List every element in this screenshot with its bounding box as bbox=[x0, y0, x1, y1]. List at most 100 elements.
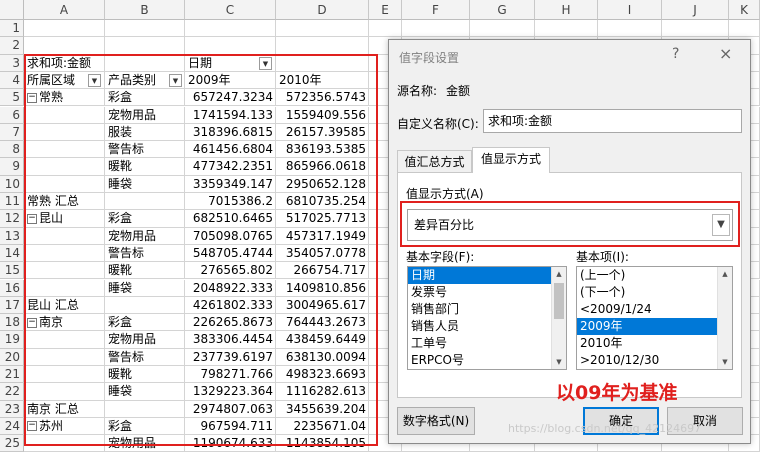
value-2009[interactable]: 276565.802 bbox=[185, 262, 276, 279]
base-item-item[interactable]: 2009年 bbox=[577, 318, 717, 335]
collapse-icon[interactable]: − bbox=[27, 213, 37, 224]
grid-cell[interactable] bbox=[276, 37, 369, 55]
row-header[interactable]: 24 bbox=[0, 417, 24, 436]
value-2010[interactable]: 836193.5385 bbox=[276, 141, 369, 158]
column-header[interactable]: D bbox=[276, 0, 369, 20]
grid-cell[interactable] bbox=[535, 20, 598, 38]
value-2009[interactable]: 657247.3234 bbox=[185, 89, 276, 106]
value-2010[interactable]: 865966.0618 bbox=[276, 158, 369, 175]
category-filter-button[interactable]: ▼ bbox=[169, 73, 182, 87]
column-filter-button[interactable]: ▼ bbox=[259, 56, 272, 70]
base-item-item[interactable]: <2009/1/24 bbox=[577, 301, 717, 318]
row-header[interactable]: 8 bbox=[0, 141, 24, 159]
grid-cell[interactable] bbox=[24, 383, 105, 401]
grid-cell[interactable] bbox=[105, 20, 185, 38]
value-2009[interactable]: 477342.2351 bbox=[185, 158, 276, 175]
base-field-scrollbar[interactable]: ▲ ▼ bbox=[551, 267, 566, 369]
column-header[interactable]: H bbox=[535, 0, 598, 20]
column-header[interactable]: G bbox=[470, 0, 535, 20]
row-header[interactable]: 16 bbox=[0, 279, 24, 297]
value-2009[interactable]: 705098.0765 bbox=[185, 228, 276, 245]
grid-cell[interactable] bbox=[24, 279, 105, 297]
grid-cell[interactable] bbox=[598, 20, 662, 38]
base-item-listbox[interactable]: (上一个) (下一个) <2009/1/24 2009年 2010年 >2010/12/3… bbox=[576, 266, 733, 370]
grid-cell[interactable] bbox=[470, 20, 535, 38]
category-label[interactable]: 睡袋 bbox=[105, 280, 185, 297]
column-header[interactable]: I bbox=[598, 0, 662, 20]
column-header[interactable]: A bbox=[24, 0, 105, 20]
base-item-item[interactable]: 2010年 bbox=[577, 335, 717, 352]
value-2010[interactable]: 354057.0778 bbox=[276, 245, 369, 262]
base-field-item[interactable]: 日期 bbox=[408, 267, 551, 284]
pivot-year-header[interactable]: 2010年 bbox=[276, 72, 369, 89]
value-2009[interactable]: 682510.6465 bbox=[185, 210, 276, 227]
custom-name-input[interactable]: 求和项:金额 bbox=[483, 109, 742, 133]
value-2009[interactable]: 1741594.133 bbox=[185, 107, 276, 124]
value-2010[interactable]: 517025.7713 bbox=[276, 210, 369, 227]
collapse-icon[interactable]: − bbox=[27, 92, 37, 103]
value-2009[interactable]: 1329223.364 bbox=[185, 383, 276, 400]
base-field-item[interactable]: 销售部门 bbox=[408, 301, 551, 318]
category-label[interactable]: 彩盒 bbox=[105, 89, 185, 106]
grid-cell[interactable] bbox=[24, 366, 105, 384]
value-2009[interactable]: 383306.4454 bbox=[185, 331, 276, 348]
pivot-year-header[interactable]: 2009年 bbox=[185, 72, 276, 89]
scroll-thumb[interactable] bbox=[554, 283, 564, 319]
region-label[interactable]: − 昆山 bbox=[24, 210, 104, 227]
category-label[interactable]: 宠物用品 bbox=[105, 331, 185, 348]
value-2010[interactable]: 26157.39585 bbox=[276, 124, 369, 141]
value-2010[interactable]: 6810735.254 bbox=[276, 193, 369, 210]
row-header[interactable]: 4 bbox=[0, 71, 24, 90]
value-2010[interactable]: 1559409.556 bbox=[276, 107, 369, 124]
category-label[interactable]: 宠物用品 bbox=[105, 107, 185, 124]
grid-cell[interactable] bbox=[729, 20, 760, 38]
row-header[interactable]: 13 bbox=[0, 227, 24, 245]
value-2009[interactable]: 548705.4744 bbox=[185, 245, 276, 262]
base-item-item[interactable]: (上一个) bbox=[577, 267, 717, 284]
category-label[interactable]: 警告标 bbox=[105, 245, 185, 262]
category-label[interactable]: 睡袋 bbox=[105, 176, 185, 193]
grid-cell[interactable] bbox=[24, 123, 105, 142]
value-2010[interactable]: 1116282.613 bbox=[276, 383, 369, 400]
row-header[interactable]: 17 bbox=[0, 296, 24, 315]
value-2010[interactable]: 2235671.04 bbox=[276, 418, 369, 435]
region-total-label[interactable]: 南京 汇总 bbox=[24, 401, 184, 418]
help-icon[interactable]: ? bbox=[672, 46, 679, 62]
base-field-item[interactable]: 发票号 bbox=[408, 284, 551, 301]
show-values-as-select[interactable]: 差异百分比 ▼ bbox=[407, 209, 733, 241]
row-header[interactable]: 22 bbox=[0, 383, 24, 401]
column-header[interactable]: B bbox=[105, 0, 185, 20]
category-label[interactable]: 彩盒 bbox=[105, 418, 185, 435]
value-2010[interactable]: 2950652.128 bbox=[276, 176, 369, 193]
tab-show-values-as[interactable]: 值显示方式 bbox=[472, 147, 550, 173]
value-2010[interactable]: 438459.6449 bbox=[276, 331, 369, 348]
row-header[interactable]: 6 bbox=[0, 106, 24, 124]
grid-cell[interactable] bbox=[185, 37, 276, 55]
region-label[interactable]: − 常熟 bbox=[24, 89, 104, 106]
grid-cell[interactable] bbox=[24, 20, 105, 38]
row-header[interactable]: 7 bbox=[0, 123, 24, 142]
grid-cell[interactable] bbox=[24, 331, 105, 349]
grid-cell[interactable] bbox=[276, 20, 369, 38]
value-2010[interactable]: 764443.2673 bbox=[276, 314, 369, 331]
collapse-icon[interactable]: − bbox=[27, 317, 37, 328]
grid-cell[interactable] bbox=[24, 158, 105, 176]
column-header[interactable]: E bbox=[369, 0, 402, 20]
value-2010[interactable]: 3455639.204 bbox=[276, 401, 369, 418]
grid-cell[interactable] bbox=[369, 20, 402, 38]
row-header[interactable]: 19 bbox=[0, 331, 24, 349]
column-header[interactable]: J bbox=[662, 0, 729, 20]
grid-cell[interactable] bbox=[24, 106, 105, 124]
grid-cell[interactable] bbox=[24, 175, 105, 193]
row-header[interactable]: 2 bbox=[0, 37, 24, 55]
tab-summarize-values[interactable]: 值汇总方式 bbox=[397, 150, 472, 174]
value-2009[interactable]: 318396.6815 bbox=[185, 124, 276, 141]
base-field-item[interactable]: ERPCO号 bbox=[408, 352, 551, 369]
base-item-item[interactable]: (下一个) bbox=[577, 284, 717, 301]
value-2009[interactable]: 2974807.063 bbox=[185, 401, 276, 418]
scroll-up-icon[interactable]: ▲ bbox=[718, 267, 732, 281]
pivot-value-field-label[interactable]: 求和项:金额 bbox=[24, 55, 184, 72]
grid-cell[interactable] bbox=[24, 262, 105, 280]
base-item-scrollbar[interactable]: ▲ ▼ bbox=[717, 267, 732, 369]
region-total-label[interactable]: 常熟 汇总 bbox=[24, 193, 184, 210]
